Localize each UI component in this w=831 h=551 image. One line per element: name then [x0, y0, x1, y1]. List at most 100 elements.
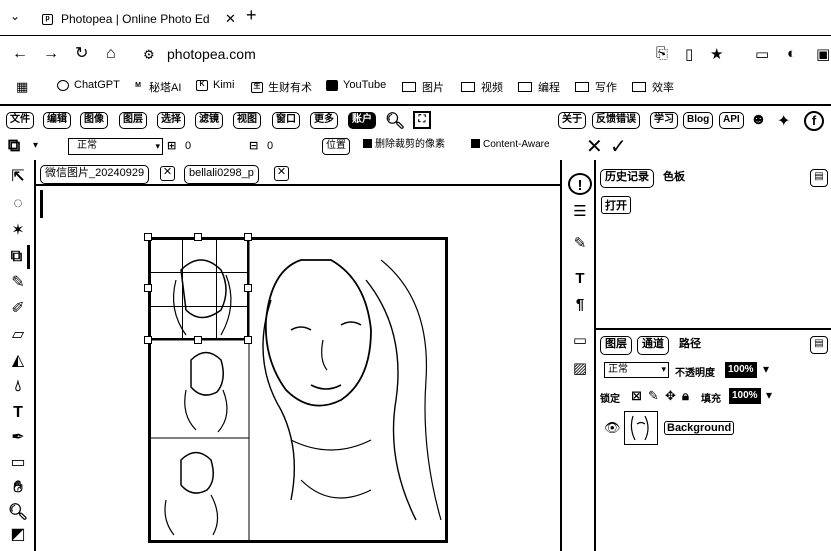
zoom-tool-icon[interactable]: 🔍︎ — [6, 501, 30, 525]
home-icon[interactable]: ⌂ — [106, 44, 116, 64]
history-item[interactable]: 打开 — [601, 196, 631, 214]
bookmark-star-icon[interactable]: ★ — [710, 45, 723, 63]
lock-all-icon[interactable]: 🔒︎ — [682, 388, 689, 404]
color-swatches-icon[interactable]: ◩ — [6, 523, 30, 547]
bookmark-shengcai[interactable]: 生生财有术 — [251, 79, 312, 95]
cancel-x-icon[interactable]: ✕ — [586, 134, 603, 159]
position-button[interactable]: 位置 — [322, 138, 350, 155]
bookmark-mita[interactable]: M 秘塔AI — [132, 79, 181, 95]
move-tool-icon[interactable]: ⇱ — [6, 165, 30, 189]
crop-handle-top-left[interactable] — [144, 233, 152, 241]
fill-input[interactable]: 100% — [729, 388, 761, 404]
crop-mode-select[interactable]: 正常 ▾ — [68, 138, 163, 155]
crop-handle-top[interactable] — [194, 233, 202, 241]
menu-file[interactable]: 文件 — [6, 112, 34, 129]
crop-handle-bottom-left[interactable] — [144, 336, 152, 344]
properties-panel-icon[interactable]: ☰ — [568, 201, 592, 223]
panel-menu-icon[interactable]: ▤ — [810, 336, 828, 354]
info-panel-icon[interactable]: ! — [568, 173, 592, 195]
tab-channels[interactable]: 通道 — [637, 336, 669, 355]
apps-grid-icon[interactable]: ▦ — [16, 79, 28, 95]
browser-tab[interactable]: p Photopea | Online Photo Ed ✕ — [36, 6, 238, 32]
bookmark-folder-images[interactable]: 图片 — [402, 79, 444, 95]
height-input[interactable]: 0 — [267, 140, 273, 152]
hand-tool-icon[interactable]: ✋︎ — [6, 476, 30, 500]
close-tab-icon[interactable]: ✕ — [225, 11, 236, 27]
lasso-tool-icon[interactable]: ◌ — [6, 192, 30, 216]
reddit-icon[interactable]: ☻ — [750, 111, 767, 129]
lock-paint-icon[interactable]: ✎ — [648, 388, 659, 404]
menu-learn[interactable]: 学习 — [650, 112, 678, 129]
new-tab-plus-icon[interactable]: + — [246, 5, 257, 26]
close-document-icon[interactable]: ✕ — [160, 166, 175, 181]
crop-handle-right[interactable] — [244, 284, 252, 292]
crop-handle-top-right[interactable] — [244, 233, 252, 241]
bookmark-folder-writing[interactable]: 写作 — [575, 79, 617, 95]
layer-row[interactable]: 👁︎ Background — [600, 410, 831, 446]
opacity-input[interactable]: 100% — [725, 362, 757, 378]
crop-tool-active-icon[interactable]: ⧉ — [6, 245, 30, 269]
forward-arrow-icon[interactable]: → — [43, 44, 59, 64]
tab-list-chevron-icon[interactable]: ⌄ — [10, 9, 20, 23]
menu-image[interactable]: 图像 — [80, 112, 108, 129]
tab-paths[interactable]: 路径 — [674, 336, 706, 355]
menu-view[interactable]: 视图 — [233, 112, 261, 129]
commit-check-icon[interactable]: ✓ — [610, 134, 627, 159]
bookmark-kimi[interactable]: K Kimi — [196, 79, 234, 91]
gradient-tool-icon[interactable]: ◭ — [6, 349, 30, 373]
magic-wand-tool-icon[interactable]: ✶ — [6, 219, 30, 243]
lock-transparency-icon[interactable]: ⊠ — [631, 388, 642, 404]
site-settings-icon[interactable]: ⚙ — [143, 47, 155, 63]
tab-layers[interactable]: 图层 — [600, 336, 632, 355]
crop-selection-box[interactable] — [148, 237, 249, 340]
menu-edit[interactable]: 编辑 — [43, 112, 71, 129]
address-bar[interactable]: photopea.com — [167, 46, 256, 62]
bookmark-chatgpt[interactable]: ChatGPT — [57, 79, 120, 91]
bookmark-folder-efficiency[interactable]: 效率 — [632, 79, 674, 95]
visibility-eye-icon[interactable]: 👁︎ — [604, 420, 621, 436]
document-tab-2[interactable]: bellali0298_p — [184, 165, 259, 184]
dropdown-chevron-icon[interactable]: ▾ — [33, 140, 38, 151]
bookmark-folder-coding[interactable]: 编程 — [518, 79, 560, 95]
image-panel-icon[interactable]: ▨ — [568, 358, 592, 380]
search-icon[interactable]: 🔍︎ — [385, 111, 405, 131]
content-aware-toggle[interactable]: Content-Aware — [468, 138, 553, 155]
tab-history[interactable]: 历史记录 — [600, 169, 654, 188]
facebook-icon[interactable]: f — [804, 111, 824, 131]
crop-handle-bottom-right[interactable] — [244, 336, 252, 344]
fill-dropdown-icon[interactable]: ▾ — [766, 388, 772, 402]
crop-handle-left[interactable] — [144, 284, 152, 292]
close-document-icon[interactable]: ✕ — [274, 166, 289, 181]
character-panel-icon[interactable]: T — [568, 268, 592, 290]
width-input[interactable]: 0 — [185, 140, 191, 152]
pen-tool-icon[interactable]: ✒ — [6, 426, 30, 450]
back-arrow-icon[interactable]: ← — [12, 44, 28, 64]
delete-cropped-pixels-toggle[interactable]: 删除裁剪的像素 — [360, 138, 448, 155]
menu-api[interactable]: API — [719, 112, 744, 129]
tab-swatches[interactable]: 色板 — [658, 169, 690, 188]
crop-handle-bottom[interactable] — [194, 336, 202, 344]
brush-panel-icon[interactable]: ✎ — [568, 233, 592, 255]
menu-window[interactable]: 窗口 — [272, 112, 300, 129]
lock-move-icon[interactable]: ✥ — [665, 388, 676, 404]
menu-report-bug[interactable]: 反馈错误 — [592, 112, 640, 129]
css-panel-icon[interactable]: ▭ — [568, 330, 592, 352]
brush-tool-icon[interactable]: ✐ — [6, 297, 30, 321]
blend-mode-select[interactable]: 正常 ▾ — [604, 362, 669, 378]
extension-icon[interactable]: ◐ — [787, 45, 796, 62]
document-icon[interactable]: ▯ — [685, 45, 693, 63]
profile-icon[interactable]: ▣ — [816, 45, 830, 63]
save-page-icon[interactable]: ⎘ — [656, 45, 668, 62]
menu-blog[interactable]: Blog — [683, 112, 714, 129]
cast-icon[interactable]: ▭ — [755, 45, 769, 63]
crop-tool-icon[interactable]: ⧉ — [8, 136, 20, 156]
menu-layer[interactable]: 图层 — [119, 112, 147, 129]
menu-select[interactable]: 选择 — [157, 112, 185, 129]
document-tab-1[interactable]: 微信图片_20240929 — [40, 165, 150, 184]
blur-tool-icon[interactable]: 💧︎ — [6, 375, 30, 399]
menu-filter[interactable]: 滤镜 — [195, 112, 223, 129]
paragraph-panel-icon[interactable]: ¶ — [568, 294, 592, 316]
bookmark-folder-videos[interactable]: 视频 — [461, 79, 503, 95]
reload-icon[interactable]: ↻ — [75, 44, 88, 64]
eraser-tool-icon[interactable]: ▱ — [6, 323, 30, 347]
